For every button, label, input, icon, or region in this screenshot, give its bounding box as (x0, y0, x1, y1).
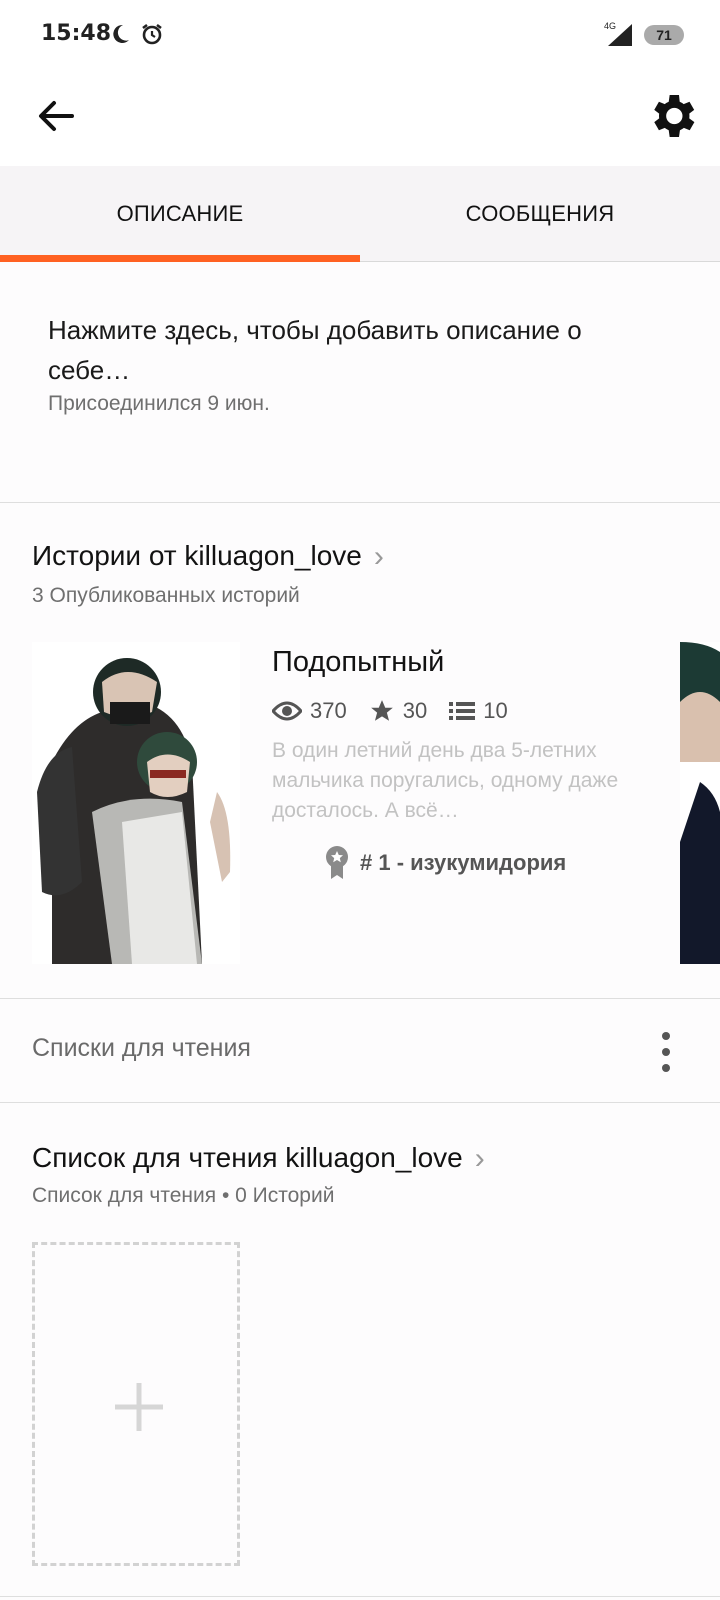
story-cover-next[interactable] (680, 642, 720, 964)
alarm-icon (142, 23, 162, 45)
more-options-icon[interactable] (654, 1030, 678, 1074)
parts-count: 10 (483, 698, 508, 723)
toolbar (0, 70, 720, 166)
story-stats: 370 30 10 (272, 696, 530, 726)
story-description: В один летний день два 5-летних мальчика… (272, 739, 619, 822)
battery-indicator: 71 (644, 25, 684, 45)
moon-icon (113, 24, 129, 43)
rank-label: # 1 - изукумидория (360, 850, 567, 875)
story-cover[interactable] (32, 642, 240, 964)
reading-list-count: Список для чтения • 0 Историй (32, 1184, 335, 1207)
arrow-left-icon[interactable] (30, 90, 82, 142)
divider (0, 502, 720, 503)
reading-list-title: Список для чтения killuagon_love (32, 1142, 463, 1173)
star-icon (370, 700, 393, 721)
network-label: 4G (604, 21, 616, 31)
stories-section-header[interactable]: Истории от killuagon_love › (32, 540, 384, 574)
signal-icon: 4G (604, 21, 632, 46)
plus-icon (115, 1383, 163, 1431)
add-description-prompt[interactable]: Нажмите здесь, чтобы добавить описание о… (48, 310, 668, 390)
stories-count: 3 Опубликованных историй (32, 584, 300, 607)
story-title[interactable]: Подопытный (272, 646, 444, 679)
tab-bar: ОПИСАНИЕ СООБЩЕНИЯ (0, 166, 720, 262)
joined-date: Присоединился 9 июн. (48, 392, 270, 415)
reads-count: 370 (310, 698, 347, 723)
status-time: 15:48 (41, 21, 112, 46)
divider (0, 998, 720, 999)
ribbon-badge-icon (326, 846, 348, 879)
active-tab-indicator (0, 255, 360, 262)
divider (0, 1102, 720, 1103)
reading-lists-label: Списки для чтения (32, 1034, 251, 1062)
chevron-right-icon: › (373, 540, 384, 573)
about-section: Нажмите здесь, чтобы добавить описание о… (0, 262, 720, 502)
stories-section-title: Истории от killuagon_love (32, 540, 362, 571)
votes-count: 30 (402, 698, 428, 723)
eye-icon (272, 701, 302, 721)
tab-description[interactable]: ОПИСАНИЕ (0, 166, 360, 262)
gear-icon[interactable] (644, 88, 700, 144)
story-rank: # 1 - изукумидория (324, 845, 566, 881)
add-to-reading-list-button[interactable] (32, 1242, 240, 1566)
reading-list-header[interactable]: Список для чтения killuagon_love › (32, 1142, 485, 1176)
divider (0, 1596, 720, 1597)
status-bar: 15:48 4G 71 (0, 0, 720, 70)
list-icon (449, 702, 476, 720)
chevron-right-icon: › (474, 1142, 485, 1175)
tab-messages[interactable]: СООБЩЕНИЯ (360, 166, 720, 262)
